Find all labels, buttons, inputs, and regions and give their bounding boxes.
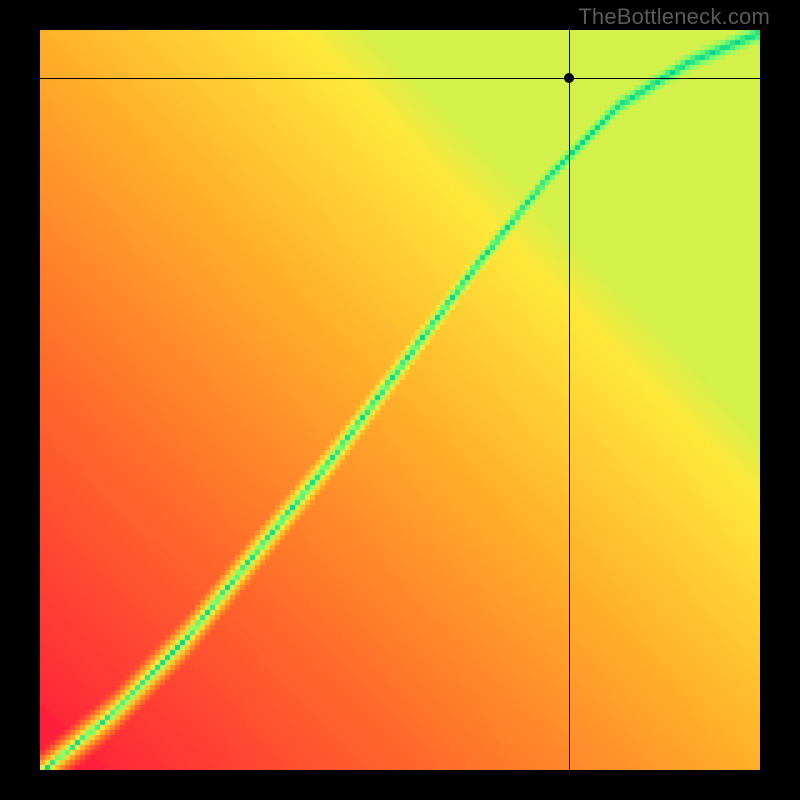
crosshair-horizontal — [40, 78, 760, 79]
watermark-text: TheBottleneck.com — [578, 4, 770, 30]
plot-area — [40, 30, 760, 770]
crosshair-dot — [564, 73, 574, 83]
crosshair-vertical — [569, 30, 570, 770]
heatmap-canvas — [40, 30, 760, 770]
chart-container: TheBottleneck.com — [0, 0, 800, 800]
